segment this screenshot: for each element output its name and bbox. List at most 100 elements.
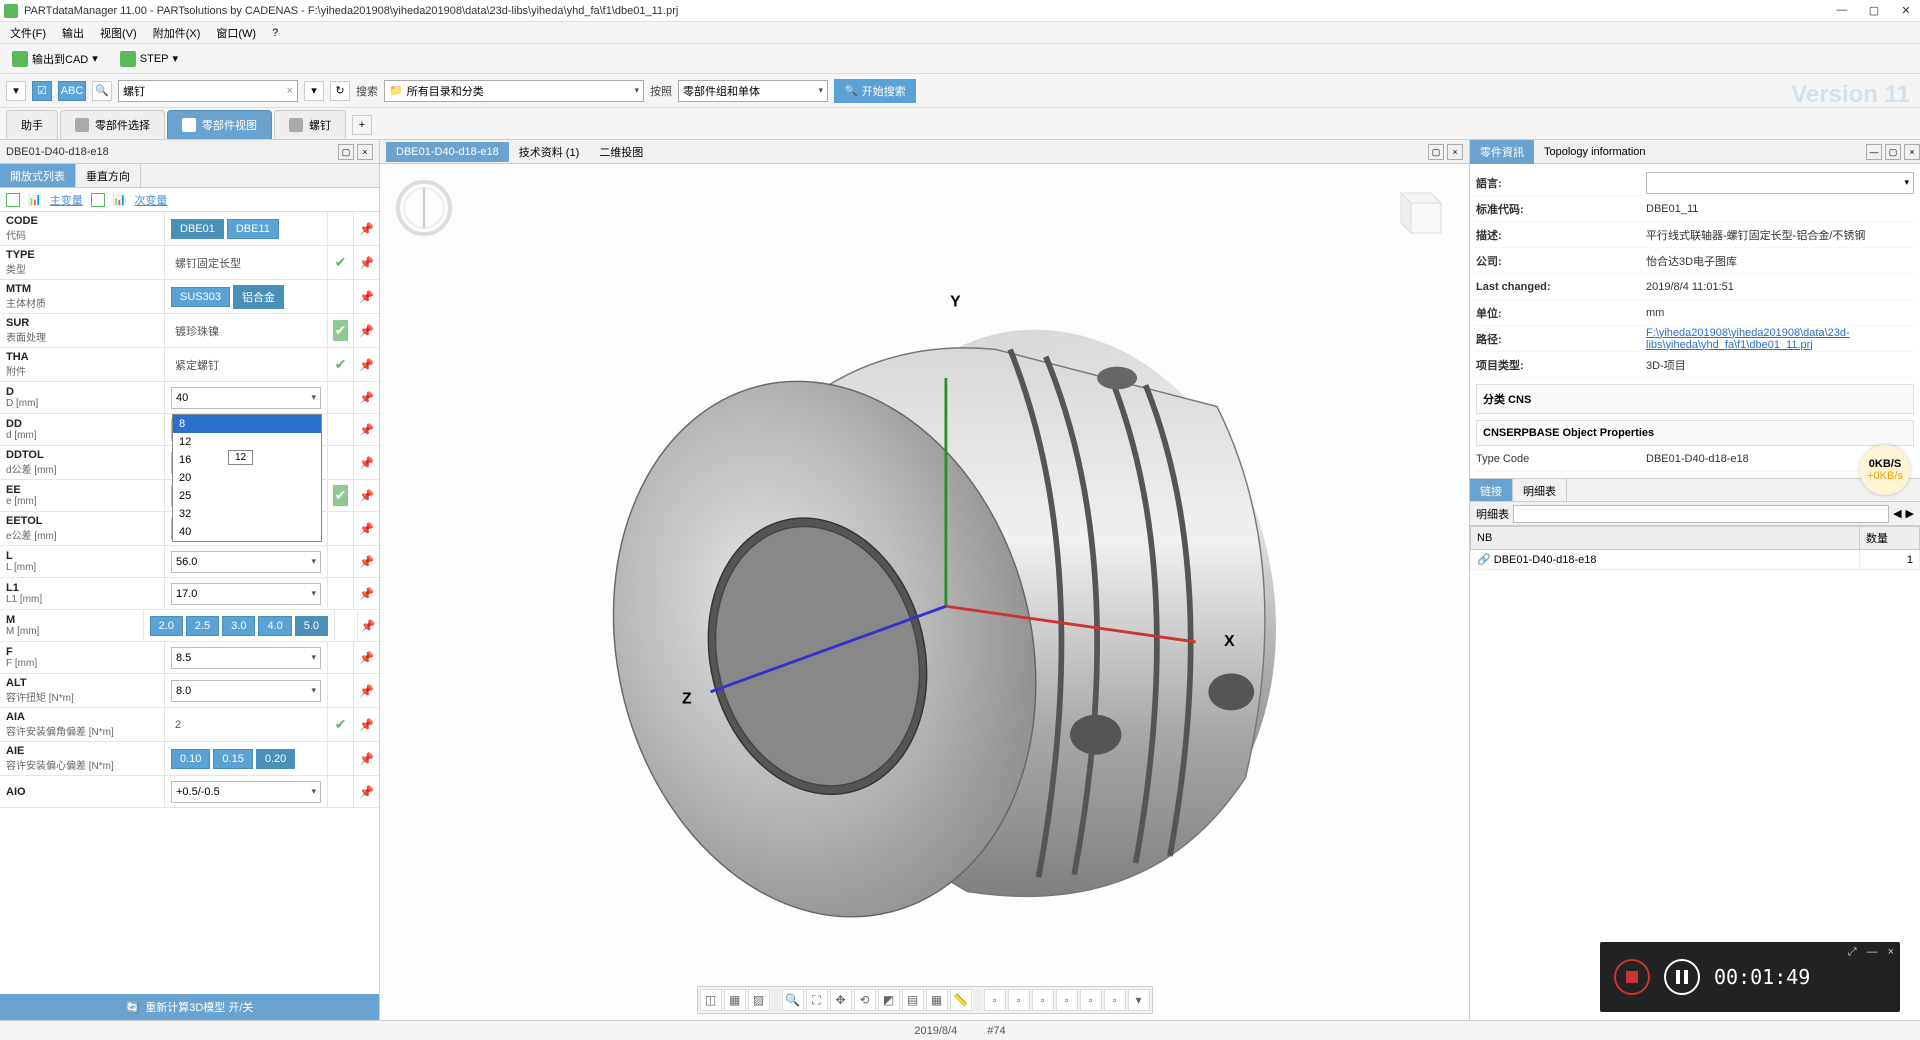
measure-button[interactable]: 📏 <box>950 989 972 1011</box>
language-combo[interactable]: ▾ <box>1646 172 1914 194</box>
param-pin-cell[interactable]: 📌 <box>353 642 379 673</box>
center-tab-3d[interactable]: DBE01-D40-d18-e18 <box>386 142 509 162</box>
clear-icon[interactable]: × <box>287 85 293 97</box>
sub-var-link[interactable]: 次变量 <box>134 192 167 208</box>
param-pin-cell[interactable]: 📌 <box>353 546 379 577</box>
col-qty[interactable]: 数量 <box>1860 527 1920 550</box>
param-pin-cell[interactable]: 📌 <box>353 280 379 313</box>
add-tab-button[interactable]: + <box>352 115 372 135</box>
zoom-button[interactable]: 🔍 <box>782 989 804 1011</box>
panel-max-button[interactable]: ▢ <box>338 144 354 160</box>
3d-model-render[interactable]: Y X Z <box>380 164 1469 1020</box>
main-var-link[interactable]: 主变量 <box>50 192 83 208</box>
param-pin-cell[interactable]: 📌 <box>353 246 379 279</box>
param-combo[interactable]: 40▾ <box>171 387 321 409</box>
param-chip[interactable]: 5.0 <box>295 616 328 636</box>
param-combo[interactable]: 56.0▾ <box>171 551 321 573</box>
checkbox-button[interactable]: ☑ <box>32 81 52 101</box>
view-back-button[interactable]: ▫ <box>1008 989 1030 1011</box>
param-chip[interactable]: 0.15 <box>213 749 252 769</box>
param-pin-cell[interactable]: 📌 <box>353 382 379 413</box>
menu-file[interactable]: 文件(F) <box>4 23 52 43</box>
view-wire-button[interactable]: ▦ <box>724 989 746 1011</box>
view-right-button[interactable]: ▫ <box>1056 989 1078 1011</box>
info-value[interactable]: F:\yiheda201908\yiheda201908\data\23d-li… <box>1646 327 1914 351</box>
detail-tab-bom[interactable]: 明细表 <box>1513 479 1567 501</box>
param-pin-cell[interactable]: 📌 <box>353 742 379 775</box>
param-pin-cell[interactable]: 📌 <box>353 348 379 381</box>
recalculate-button[interactable]: 🔄 重新计算3D模型 开/关 <box>0 994 379 1020</box>
view-shade-button[interactable]: ▨ <box>748 989 770 1011</box>
param-pin-cell[interactable]: 📌 <box>357 610 379 641</box>
center-close-button[interactable]: × <box>1447 144 1463 160</box>
sub-tab-vertical[interactable]: 垂直方向 <box>76 164 141 187</box>
view-iso-button[interactable]: ◫ <box>700 989 722 1011</box>
param-chip[interactable]: DBE11 <box>227 219 279 239</box>
param-pin-cell[interactable]: 📌 <box>353 674 379 707</box>
param-combo[interactable]: 17.0▾ <box>171 583 321 605</box>
view-front-button[interactable]: ▫ <box>984 989 1006 1011</box>
center-tab-tech[interactable]: 技术资料 (1) <box>509 140 590 164</box>
center-tab-2d[interactable]: 二维投图 <box>589 140 653 164</box>
refresh-button[interactable]: ↻ <box>330 81 350 101</box>
param-chip[interactable]: 2.0 <box>150 616 183 636</box>
start-search-button[interactable]: 🔍 开始搜索 <box>834 79 916 103</box>
by-combo[interactable]: 零部件组和单体 ▾ <box>678 80 828 102</box>
recorder-pause-button[interactable] <box>1664 959 1700 995</box>
filter-input[interactable] <box>1513 505 1889 523</box>
view-more-button[interactable]: ▾ <box>1128 989 1150 1011</box>
right-max-button[interactable]: ▢ <box>1885 144 1901 160</box>
grid-button[interactable]: ▦ <box>926 989 948 1011</box>
right-close-button[interactable]: × <box>1904 144 1920 160</box>
search-input-box[interactable]: × <box>118 80 298 102</box>
dropdown-option[interactable]: 32 <box>173 505 321 523</box>
compass-icon[interactable] <box>394 178 454 238</box>
param-pin-cell[interactable]: 📌 <box>353 314 379 347</box>
view-bottom-button[interactable]: ▫ <box>1104 989 1126 1011</box>
param-chip[interactable]: 3.0 <box>222 616 255 636</box>
param-chip[interactable]: 0.10 <box>171 749 210 769</box>
pan-button[interactable]: ✥ <box>830 989 852 1011</box>
rotate-button[interactable]: ⟲ <box>854 989 876 1011</box>
param-chip[interactable]: 0.20 <box>256 749 295 769</box>
abc-button[interactable]: ABC <box>58 81 86 101</box>
tab-part-info[interactable]: 零件資訊 <box>1470 140 1534 164</box>
dropdown-option[interactable]: 8 <box>173 415 321 433</box>
menu-help[interactable]: ? <box>266 25 284 41</box>
fit-button[interactable]: ⛶ <box>806 989 828 1011</box>
maximize-button[interactable]: ▢ <box>1864 4 1884 17</box>
main-var-checkbox[interactable] <box>6 193 20 207</box>
param-pin-cell[interactable]: 📌 <box>353 212 379 245</box>
param-combo[interactable]: 8.5▾ <box>171 647 321 669</box>
dropdown-option[interactable]: 40 <box>173 523 321 541</box>
param-chip[interactable]: DBE01 <box>171 219 224 239</box>
recorder-min-icon[interactable]: — <box>1867 946 1878 959</box>
menu-window[interactable]: 窗口(W) <box>210 23 262 43</box>
magnify-button[interactable]: 🔍 <box>92 81 112 101</box>
menu-view[interactable]: 视图(V) <box>94 23 143 43</box>
recorder-close-icon[interactable]: × <box>1888 946 1894 959</box>
sub-tab-open-list[interactable]: 開放式列表 <box>0 164 76 187</box>
param-combo[interactable]: +0.5/-0.5▾ <box>171 781 321 803</box>
table-row[interactable]: 🔗 DBE01-D40-d18-e18 1 <box>1471 550 1920 570</box>
minimize-button[interactable]: — <box>1832 4 1852 17</box>
nav-left-icon[interactable]: ◀ <box>1893 507 1901 520</box>
col-nb[interactable]: NB <box>1471 527 1860 550</box>
param-chip[interactable]: 铝合金 <box>233 285 284 309</box>
d-dropdown-list[interactable]: 8121620253240 <box>172 414 322 542</box>
search-dropdown-button[interactable]: ▾ <box>304 81 324 101</box>
param-pin-cell[interactable]: 📌 <box>353 414 379 445</box>
tab-part-view[interactable]: 零部件视图 <box>167 110 272 139</box>
recorder-expand-icon[interactable]: ⤢ <box>1848 946 1857 959</box>
tab-part-select[interactable]: 零部件选择 <box>60 110 165 139</box>
close-button[interactable]: ✕ <box>1896 4 1916 17</box>
param-pin-cell[interactable]: 📌 <box>353 512 379 545</box>
param-chip[interactable]: 4.0 <box>258 616 291 636</box>
section-button[interactable]: ◩ <box>878 989 900 1011</box>
detail-tab-link[interactable]: 链接 <box>1470 479 1513 501</box>
param-combo[interactable]: 8.0▾ <box>171 680 321 702</box>
menu-addons[interactable]: 附加件(X) <box>147 23 207 43</box>
view-left-button[interactable]: ▫ <box>1032 989 1054 1011</box>
3d-viewport[interactable]: Y X Z ◫ ▦ ▨ 🔍 ⛶ ✥ ⟲ ◩ ▤ ▦ 📏 ▫ ▫ ▫ <box>380 164 1469 1020</box>
sub-var-checkbox[interactable] <box>91 193 105 207</box>
